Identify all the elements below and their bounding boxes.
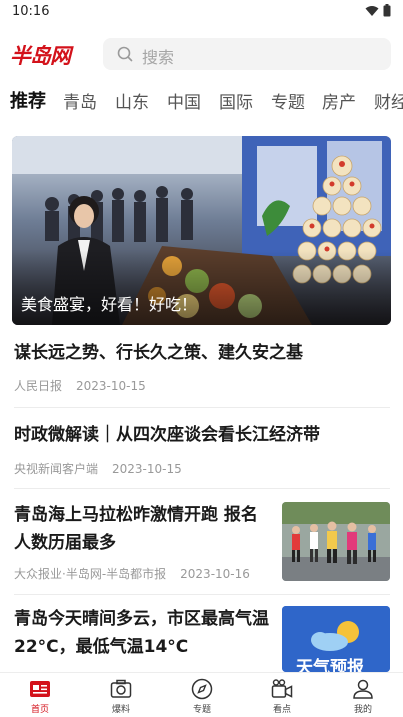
status-bar: 10:16 [0,0,403,24]
camera-icon [110,679,132,698]
divider [14,407,390,408]
app-logo[interactable]: 半岛网 [10,40,71,70]
hero-caption: 美食盛宴，好看！好吃！ [21,295,198,314]
divider [14,488,390,489]
nav-home[interactable]: 首页 [10,678,70,715]
tab-international[interactable]: 国际 [219,88,253,113]
news-source: 人民日报 [14,379,63,393]
home-newspaper-icon [30,681,50,697]
news-date: 2023-10-15 [112,462,182,476]
news-title-line-2: 人数历届最多 [14,533,116,553]
nav-label: 专题 [192,705,211,715]
video-camera-icon [271,679,293,698]
tab-realestate[interactable]: 房产 [322,88,356,113]
battery-icon [383,4,391,17]
weather-thumbnail[interactable]: 天气预报 [282,606,390,672]
news-meta: 大众报业·半岛网-半岛都市报 2023-10-16 [14,565,264,582]
nav-label: 看点 [272,705,291,715]
user-icon [353,679,373,699]
news-title: 谋长远之势、行长久之策、建久安之基 [14,343,303,363]
compass-icon [191,678,213,700]
nav-report[interactable]: 爆料 [91,678,151,715]
news-date: 2023-10-16 [180,567,250,581]
status-time: 10:16 [12,4,50,19]
nav-mine[interactable]: 我的 [333,678,393,715]
tab-special[interactable]: 专题 [271,88,305,113]
search-icon [117,46,133,62]
marathon-image [282,502,390,581]
nav-label: 首页 [30,705,49,715]
channel-tabs: 推荐 青岛 山东 中国 国际 专题 房产 财经 [0,86,403,114]
tab-recommend[interactable]: 推荐 [10,87,46,113]
wifi-icon [365,6,379,16]
hero-banner[interactable]: 美食盛宴，好看！好吃！ [12,136,391,325]
news-source: 央视新闻客户端 [14,462,99,476]
news-date: 2023-10-15 [76,379,146,393]
divider [14,594,390,595]
weather-thumb-text: 天气预报 [296,658,364,672]
tab-china[interactable]: 中国 [167,88,201,113]
news-title-line-1: 青岛今天晴间多云，市区最高气温 [14,609,269,629]
nav-label: 我的 [353,705,372,715]
tab-finance[interactable]: 财经 [374,88,403,113]
tab-qingdao[interactable]: 青岛 [63,88,97,113]
bottom-nav: 首页 爆料 专题 看点 我的 [0,672,403,717]
news-source: 大众报业·半岛网-半岛都市报 [14,567,167,581]
news-meta: 人民日报 2023-10-15 [14,377,160,394]
news-thumbnail[interactable] [282,502,390,581]
nav-special[interactable]: 专题 [172,678,232,715]
search-placeholder: 搜索 [142,48,175,67]
tab-shandong[interactable]: 山东 [115,88,149,113]
search-bar[interactable]: 搜索 [103,38,391,70]
news-title-line-1: 青岛海上马拉松昨激情开跑 报名 [14,505,258,525]
nav-watch[interactable]: 看点 [252,678,312,715]
news-title: 时政微解读｜从四次座谈会看长江经济带 [14,425,320,445]
app-header: 半岛网 搜索 [0,34,403,74]
news-meta: 央视新闻客户端 2023-10-15 [14,460,196,477]
news-title-line-2: 22°C，最低气温14°C [14,637,189,657]
nav-label: 爆料 [111,705,130,715]
